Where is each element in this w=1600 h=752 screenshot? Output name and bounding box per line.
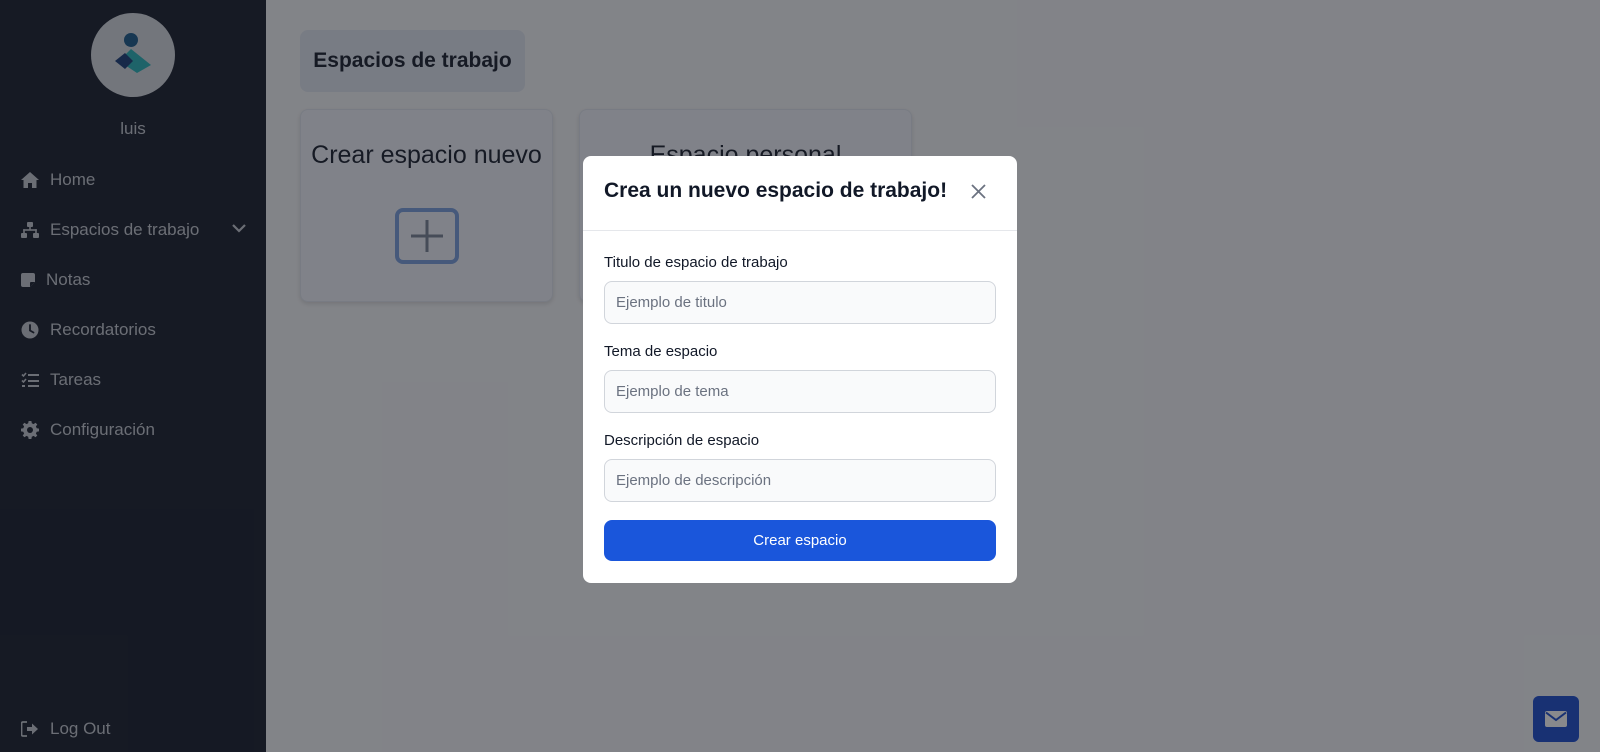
description-input[interactable]: [604, 459, 996, 502]
title-field-label: Titulo de espacio de trabajo: [604, 254, 788, 271]
title-input[interactable]: [604, 281, 996, 324]
theme-field-label: Tema de espacio: [604, 343, 718, 360]
create-workspace-modal: Crea un nuevo espacio de trabajo! Titulo…: [583, 156, 1017, 583]
mail-button[interactable]: [1533, 696, 1579, 742]
description-field-label: Descripción de espacio: [604, 432, 760, 449]
modal-divider: [583, 230, 1017, 231]
modal-title: Crea un nuevo espacio de trabajo!: [604, 179, 948, 202]
mail-icon: [1545, 711, 1567, 727]
theme-input[interactable]: [604, 370, 996, 413]
create-space-button[interactable]: Crear espacio: [604, 520, 996, 561]
close-icon[interactable]: [967, 180, 989, 202]
